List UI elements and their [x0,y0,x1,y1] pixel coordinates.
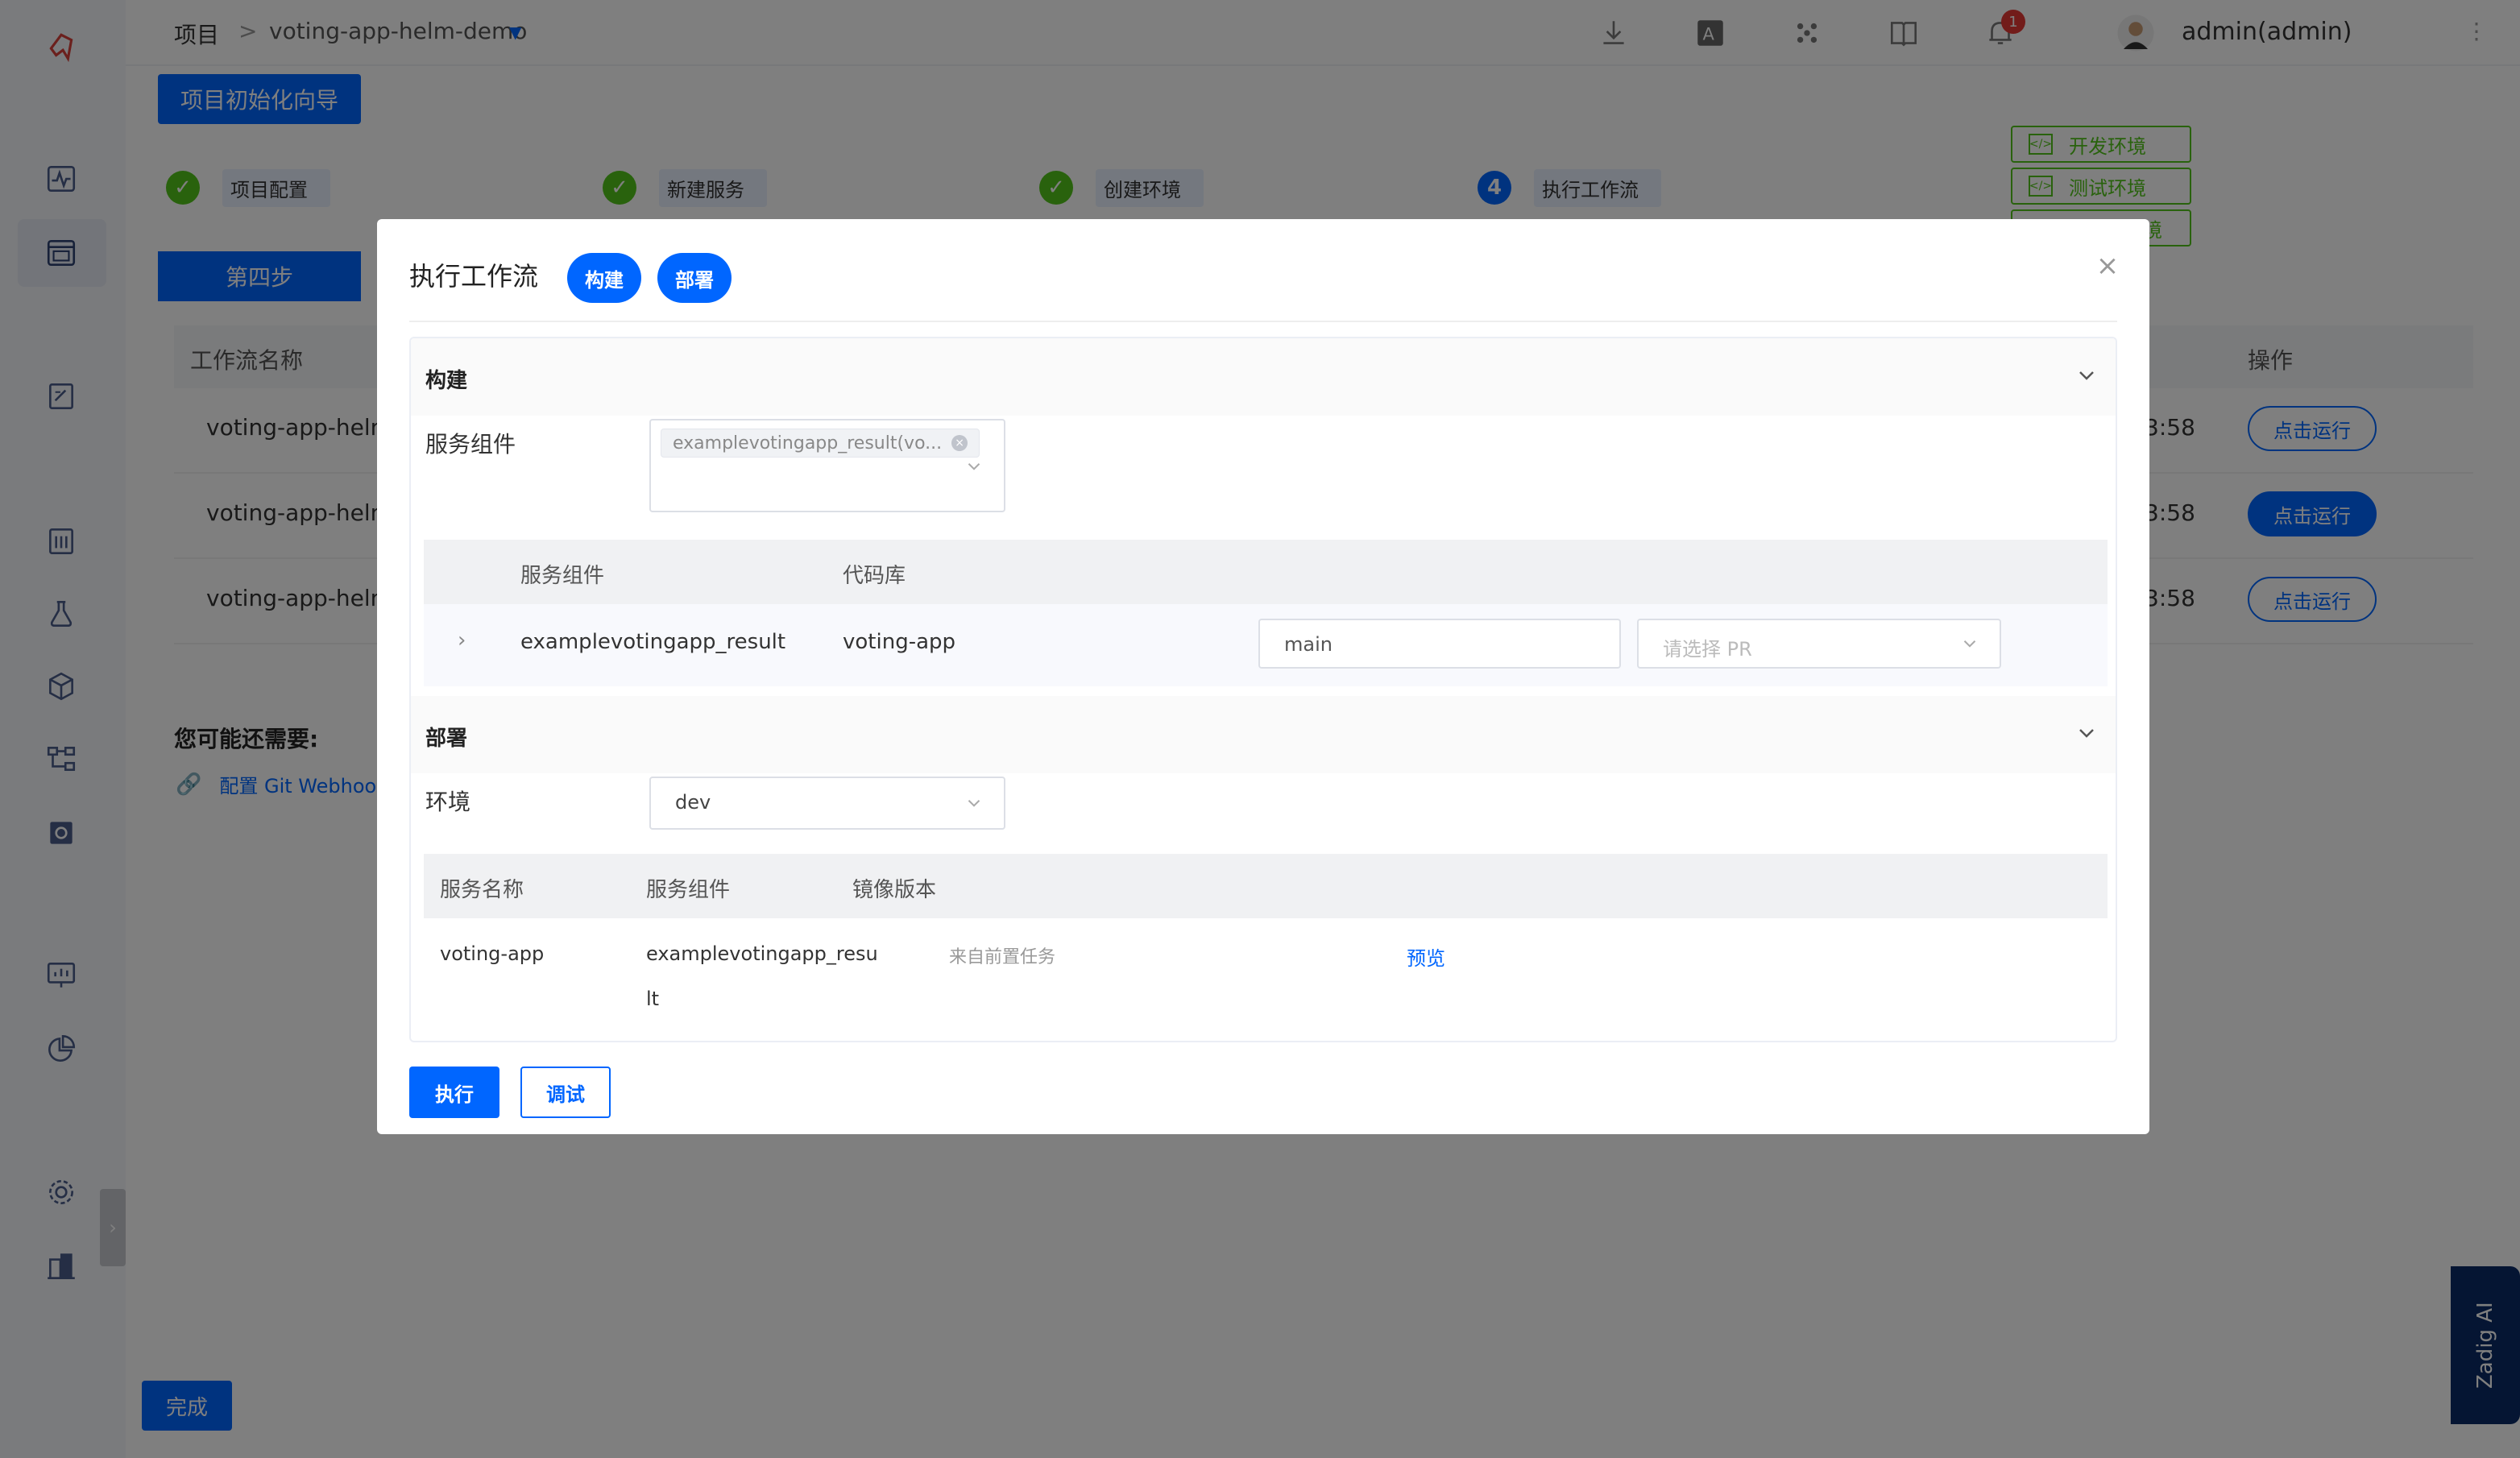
close-icon[interactable]: × [2093,250,2122,282]
column-header-service: 服务组件 [520,564,605,588]
pr-select[interactable]: 请选择 PR [1637,619,2001,669]
column-header-image: 镜像版本 [852,878,937,902]
chevron-down-icon [968,800,980,807]
branch-select[interactable]: main [1258,619,1621,669]
remove-tag-icon[interactable]: × [951,435,968,451]
row-component-line1: examplevotingapp_resu [646,942,878,965]
chevron-down-icon[interactable] [2074,362,2099,388]
debug-button[interactable]: 调试 [520,1067,611,1118]
divider [409,321,2117,322]
expand-row-icon[interactable]: › [458,628,466,652]
chevron-down-icon [1963,640,1976,648]
row-repo-name: voting-app [843,630,956,654]
row-component-line2: lt [646,988,660,1010]
tag-label: examplevotingapp_result(vo... [673,433,943,454]
env-value: dev [675,791,711,814]
row-service-name: examplevotingapp_result [520,630,786,654]
chevron-down-icon[interactable] [2074,720,2099,746]
pr-placeholder: 请选择 PR [1663,638,1752,661]
service-component-label: 服务组件 [425,431,516,458]
service-component-select[interactable]: examplevotingapp_result(vo... × [649,419,1005,512]
build-pill[interactable]: 构建 [567,253,641,303]
chevron-down-icon[interactable] [964,456,984,477]
build-table-header: 服务组件 代码库 [424,540,2108,604]
deploy-section-header[interactable]: 部署 [411,696,2116,773]
deploy-table-header: 服务名称 服务组件 镜像版本 [424,854,2108,918]
deploy-table-row: voting-app examplevotingapp_resu lt 来自前置… [424,918,2108,1031]
build-section-header[interactable]: 构建 [411,338,2116,416]
column-header-repo: 代码库 [843,564,906,588]
selected-service-tag: examplevotingapp_result(vo... × [661,429,980,458]
run-workflow-dialog: 执行工作流 构建 部署 × 构建 服务组件 examplevotingapp_r… [377,219,2149,1134]
dialog-title: 执行工作流 [409,261,539,292]
column-header-component: 服务组件 [646,878,731,902]
section-title: 构建 [425,369,468,393]
section-title: 部署 [425,727,468,751]
preview-link[interactable]: 预览 [1407,942,1445,971]
build-table-row: › examplevotingapp_result voting-app mai… [424,604,2108,686]
execute-button[interactable]: 执行 [409,1067,499,1118]
row-service-name: voting-app [440,942,545,965]
env-label: 环境 [425,789,471,815]
dialog-body: 构建 服务组件 examplevotingapp_result(vo... × … [409,337,2117,1042]
env-select[interactable]: dev [649,777,1005,830]
deploy-pill[interactable]: 部署 [657,253,732,303]
row-image-source: 来自前置任务 [949,947,1056,967]
column-header-service-name: 服务名称 [440,878,524,902]
